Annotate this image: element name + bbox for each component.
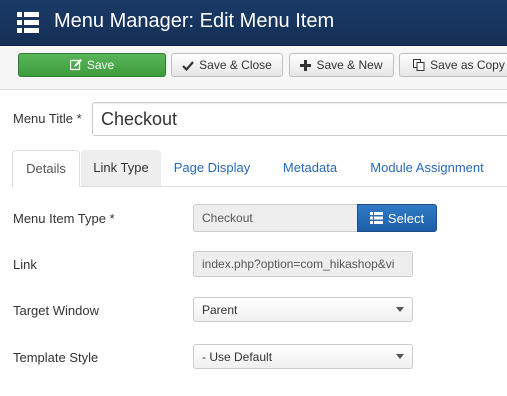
toolbar: Save Save & Close Save & New Save as Cop… xyxy=(0,46,507,90)
chevron-down-icon xyxy=(396,307,404,312)
page-header: Menu Manager: Edit Menu Item xyxy=(0,0,507,46)
tab-metadata[interactable]: Metadata xyxy=(270,150,350,186)
tab-page-display[interactable]: Page Display xyxy=(166,150,258,186)
checkmark-icon xyxy=(182,60,194,71)
tab-link-type[interactable]: Link Type xyxy=(81,150,161,186)
save-new-button[interactable]: Save & New xyxy=(289,53,394,77)
template-style-select[interactable]: - Use Default xyxy=(193,344,413,369)
tab-bar: Details Link Type Page Display Metadata … xyxy=(12,150,507,187)
chevron-down-icon xyxy=(396,354,404,359)
page-title: Menu Manager: Edit Menu Item xyxy=(54,10,335,32)
tab-details[interactable]: Details xyxy=(12,150,80,187)
target-window-value: Parent xyxy=(202,302,238,317)
save-close-button[interactable]: Save & Close xyxy=(171,53,283,77)
menu-item-type-label: Menu Item Type * xyxy=(13,211,115,226)
select-menu-item-type-button[interactable]: Select xyxy=(357,204,437,232)
menu-title-input[interactable]: Checkout xyxy=(92,102,507,136)
template-style-value: - Use Default xyxy=(202,349,273,364)
link-label: Link xyxy=(13,257,37,272)
list-icon xyxy=(369,212,383,224)
menu-list-icon xyxy=(17,12,39,33)
save-close-button-label: Save & Close xyxy=(199,58,272,72)
edit-icon xyxy=(69,59,82,71)
save-as-copy-button[interactable]: Save as Copy xyxy=(399,53,507,77)
select-button-label: Select xyxy=(387,210,425,226)
template-style-label: Template Style xyxy=(13,350,99,365)
tab-module-assignment[interactable]: Module Assignment xyxy=(357,150,497,186)
save-new-button-label: Save & New xyxy=(316,58,383,72)
copy-icon xyxy=(413,59,425,71)
menu-item-type-field: Checkout xyxy=(193,204,358,232)
save-button[interactable]: Save xyxy=(18,53,166,77)
link-value: index.php?option=com_hikashop&vi xyxy=(202,257,395,271)
target-window-label: Target Window xyxy=(13,303,99,318)
save-as-copy-button-label: Save as Copy xyxy=(430,58,505,72)
menu-item-type-value: Checkout xyxy=(202,211,253,225)
save-button-label: Save xyxy=(86,58,115,72)
link-field: index.php?option=com_hikashop&vi xyxy=(193,251,413,277)
target-window-select[interactable]: Parent xyxy=(193,297,413,322)
menu-title-label: Menu Title * xyxy=(13,111,82,126)
plus-icon xyxy=(300,59,312,71)
